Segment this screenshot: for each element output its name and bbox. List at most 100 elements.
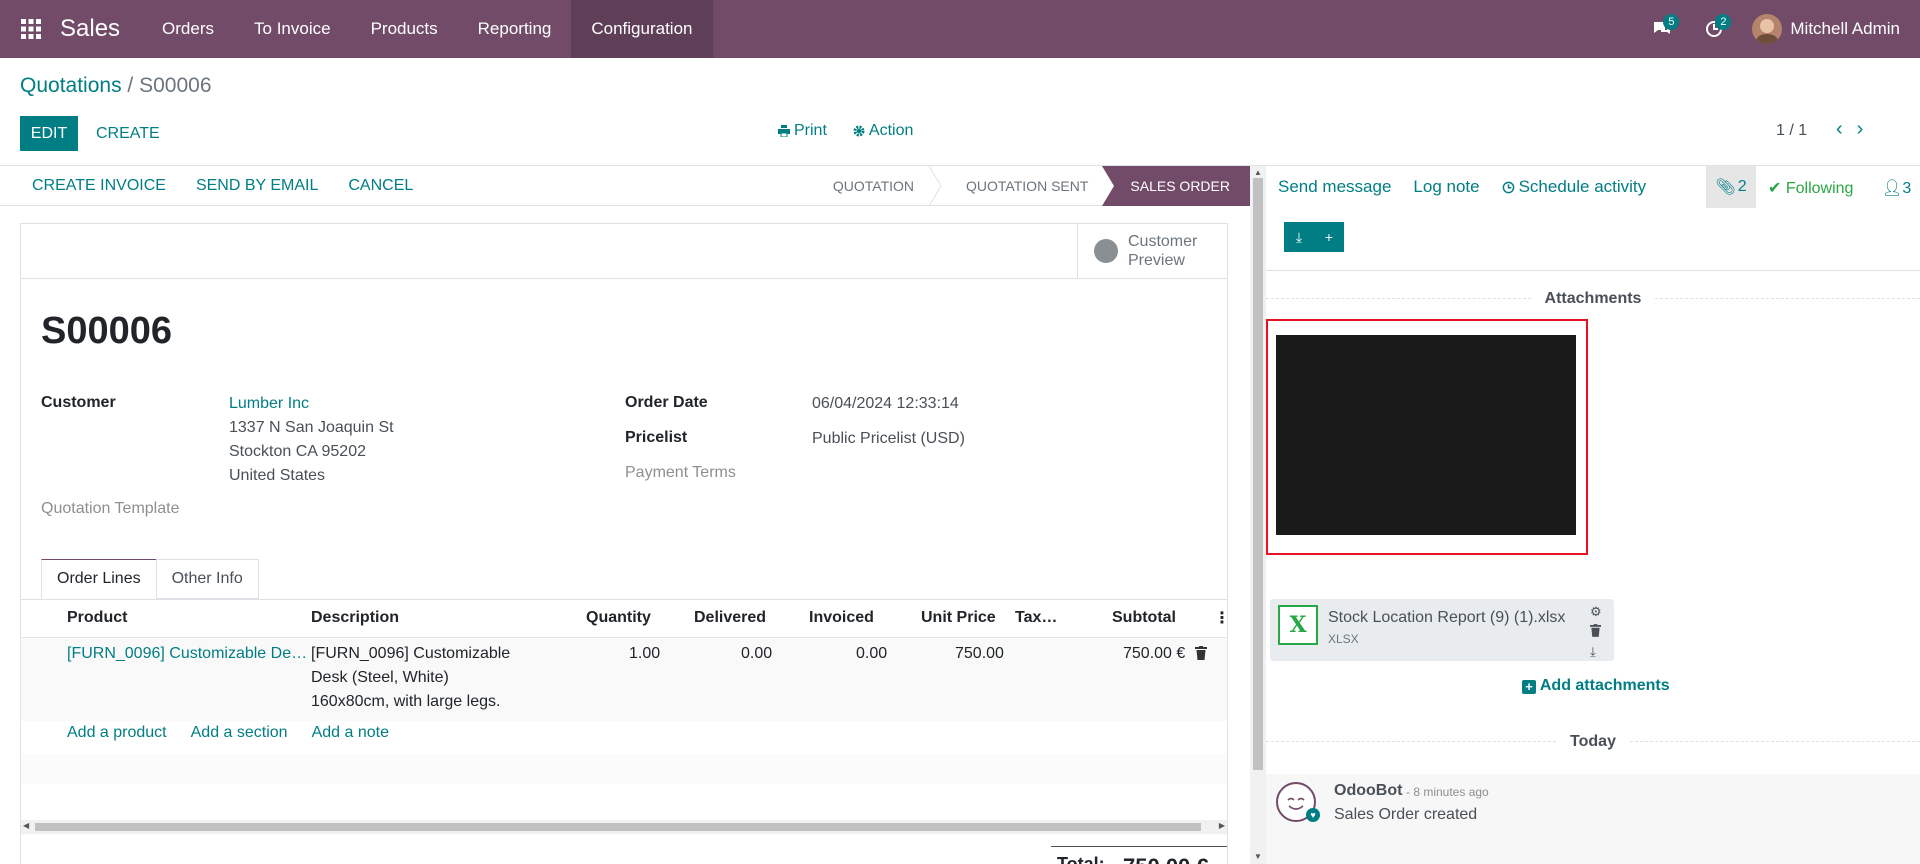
download-all-icon[interactable]: ⤓ bbox=[1284, 222, 1314, 252]
user-menu[interactable]: Mitchell Admin bbox=[1752, 14, 1900, 44]
activities-button[interactable]: 2 bbox=[1688, 0, 1740, 58]
download-icon[interactable]: ⤓ bbox=[1590, 644, 1602, 660]
gear-icon[interactable]: ⚙ bbox=[1590, 604, 1602, 620]
col-invoiced[interactable]: Invoiced bbox=[809, 609, 874, 627]
breadcrumb-quotations[interactable]: Quotations bbox=[20, 74, 122, 97]
stage-quotation[interactable]: QUOTATION bbox=[833, 166, 928, 206]
add-product-link[interactable]: Add a product bbox=[67, 724, 167, 742]
optional-columns-icon[interactable]: ⋮ bbox=[1214, 608, 1230, 628]
scroll-up-icon[interactable]: ▲ bbox=[1254, 168, 1262, 177]
col-taxes[interactable]: Tax… bbox=[1015, 609, 1057, 627]
activities-badge: 2 bbox=[1715, 14, 1732, 30]
nav-products[interactable]: Products bbox=[351, 0, 458, 58]
table-row[interactable]: [FURN_0096] Customizable De… [FURN_0096]… bbox=[21, 639, 1227, 721]
pager-next-icon[interactable]: › bbox=[1857, 118, 1864, 141]
add-attachment-icon[interactable]: + bbox=[1314, 222, 1344, 252]
button-box: Customer Preview bbox=[21, 224, 1227, 279]
file-name[interactable]: Stock Location Report (9) (1).xlsx bbox=[1328, 609, 1565, 627]
notebook-tabs: Order Lines Other Info bbox=[41, 559, 259, 599]
globe-icon bbox=[1094, 239, 1118, 263]
empty-row bbox=[21, 754, 1227, 784]
add-attachments-button[interactable]: + Add attachments bbox=[1522, 677, 1670, 695]
followers-button[interactable]: 👤︎3 bbox=[1882, 178, 1911, 198]
add-line-links: Add a product Add a section Add a note bbox=[67, 724, 389, 742]
gear-icon bbox=[853, 125, 865, 137]
pager-value[interactable]: 1 / 1 bbox=[1776, 122, 1807, 140]
avatar bbox=[1752, 14, 1783, 44]
line-unit-price: 750.00 bbox=[955, 645, 1004, 662]
chatter: Send message Log note Schedule activity … bbox=[1266, 166, 1920, 864]
print-action-menus: Print Action bbox=[778, 122, 913, 140]
edit-button[interactable]: EDIT bbox=[20, 116, 78, 151]
add-note-link[interactable]: Add a note bbox=[312, 724, 389, 742]
stage-quotation-sent[interactable]: QUOTATION SENT bbox=[942, 166, 1102, 206]
user-name: Mitchell Admin bbox=[1790, 19, 1900, 38]
nav-orders[interactable]: Orders bbox=[142, 0, 234, 58]
messages-button[interactable]: 5 bbox=[1636, 0, 1688, 58]
horizontal-scrollbar-thumb[interactable] bbox=[35, 823, 1201, 831]
nav-reporting[interactable]: Reporting bbox=[458, 0, 572, 58]
col-quantity[interactable]: Quantity bbox=[586, 609, 651, 627]
col-description[interactable]: Description bbox=[311, 609, 399, 627]
image-attachment-thumbnail[interactable] bbox=[1276, 335, 1576, 535]
attachments-button[interactable]: 📎︎ 2 bbox=[1706, 166, 1756, 208]
print-button[interactable]: Print bbox=[778, 122, 827, 140]
order-name: S00006 bbox=[41, 310, 173, 352]
col-delivered[interactable]: Delivered bbox=[694, 609, 766, 627]
followers-count: 3 bbox=[1902, 180, 1912, 197]
action-button[interactable]: Action bbox=[853, 122, 913, 140]
image-attachment[interactable] bbox=[1266, 319, 1588, 555]
order-date-label: Order Date bbox=[625, 394, 708, 411]
address-line-2: Stockton CA 95202 bbox=[229, 443, 366, 460]
add-section-link[interactable]: Add a section bbox=[191, 724, 288, 742]
tab-order-lines[interactable]: Order Lines bbox=[41, 559, 157, 599]
scroll-down-icon[interactable]: ▼ bbox=[1254, 852, 1262, 861]
create-button[interactable]: CREATE bbox=[96, 116, 160, 151]
nav-configuration[interactable]: Configuration bbox=[571, 0, 713, 58]
line-product[interactable]: [FURN_0096] Customizable De… bbox=[67, 645, 307, 663]
line-subtotal: 750.00 € bbox=[1123, 645, 1186, 662]
file-actions: ⚙ ⤓ bbox=[1590, 604, 1602, 660]
scroll-right-icon[interactable]: ▶ bbox=[1219, 821, 1225, 830]
attachments-count: 2 bbox=[1737, 178, 1747, 195]
app-brand[interactable]: Sales bbox=[60, 15, 142, 43]
following-button[interactable]: ✔ Following bbox=[1768, 178, 1853, 198]
trash-icon[interactable] bbox=[1590, 624, 1602, 640]
pricelist-field: Public Pricelist (USD) bbox=[812, 430, 965, 447]
nav-to-invoice[interactable]: To Invoice bbox=[234, 0, 351, 58]
scrollbar-thumb[interactable] bbox=[1253, 178, 1263, 770]
col-subtotal[interactable]: Subtotal bbox=[1112, 609, 1176, 627]
message: ♥ OdooBot - 8 minutes ago Sales Order cr… bbox=[1266, 774, 1920, 864]
message-author[interactable]: OdooBot bbox=[1334, 782, 1402, 800]
apps-menu-icon[interactable] bbox=[0, 0, 62, 58]
add-attachments-label: Add attachments bbox=[1539, 677, 1670, 694]
col-product[interactable]: Product bbox=[67, 609, 127, 627]
cancel-button[interactable]: CANCEL bbox=[348, 177, 413, 195]
tab-other-info[interactable]: Other Info bbox=[155, 559, 259, 599]
send-message-button[interactable]: Send message bbox=[1278, 177, 1391, 197]
trash-icon[interactable] bbox=[1195, 646, 1207, 665]
scroll-left-icon[interactable]: ◀ bbox=[23, 821, 29, 830]
file-attachment[interactable]: X Stock Location Report (9) (1).xlsx XLS… bbox=[1270, 599, 1614, 661]
breadcrumb: Quotations / S00006 bbox=[20, 74, 212, 98]
log-note-button[interactable]: Log note bbox=[1413, 177, 1479, 197]
breadcrumb-separator: / bbox=[127, 74, 134, 97]
schedule-activity-label: Schedule activity bbox=[1518, 177, 1647, 196]
attachment-button-group: ⤓ + bbox=[1284, 222, 1344, 252]
create-invoice-button[interactable]: CREATE INVOICE bbox=[32, 177, 166, 195]
send-by-email-button[interactable]: SEND BY EMAIL bbox=[196, 177, 318, 195]
pager-previous-icon[interactable]: ‹ bbox=[1836, 118, 1843, 141]
stage-chevron-icon bbox=[928, 166, 942, 206]
messages-badge: 5 bbox=[1663, 14, 1680, 30]
customer-field[interactable]: Lumber Inc bbox=[229, 392, 309, 416]
customer-preview-button[interactable]: Customer Preview bbox=[1077, 224, 1227, 278]
horizontal-scrollbar[interactable]: ◀ ▶ bbox=[21, 820, 1227, 834]
status-bar: CREATE INVOICE SEND BY EMAIL CANCEL QUOT… bbox=[0, 166, 1250, 206]
order-lines-header: Product Description Quantity Delivered I… bbox=[21, 600, 1230, 638]
breadcrumb-current: S00006 bbox=[139, 74, 212, 97]
vertical-scrollbar[interactable]: ▲ ▼ bbox=[1250, 166, 1266, 864]
col-unit-price[interactable]: Unit Price bbox=[921, 609, 996, 627]
stage-pipeline: QUOTATION QUOTATION SENT SALES ORDER bbox=[833, 166, 1250, 206]
schedule-activity-button[interactable]: Schedule activity bbox=[1502, 177, 1647, 197]
top-navbar: Sales Orders To Invoice Products Reporti… bbox=[0, 0, 1920, 58]
